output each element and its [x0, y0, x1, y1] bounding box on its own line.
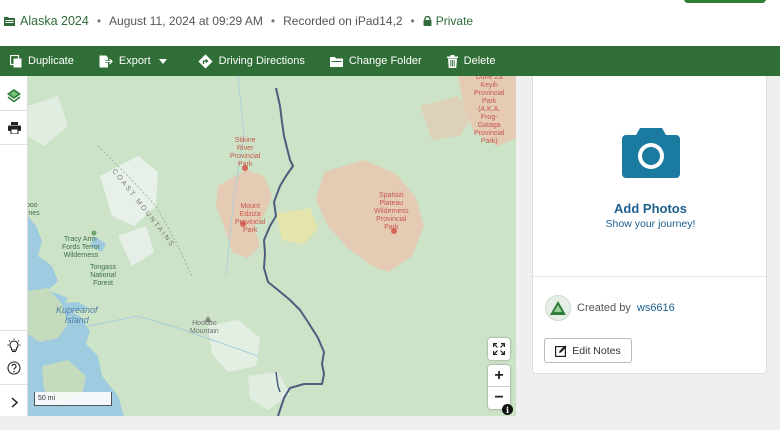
map-canvas[interactable]: Stikine River Provincial Park Mount Edziza Pr… — [28, 76, 516, 416]
separator-dot: • — [410, 14, 415, 28]
expand-sidebar-button[interactable] — [0, 388, 28, 416]
help-icon — [7, 361, 21, 375]
sidebar-divider — [0, 110, 28, 111]
print-button[interactable] — [0, 114, 28, 142]
change-folder-label: Change Folder — [348, 55, 422, 67]
map-label-stikine: Stikine River Provincial Park — [230, 137, 261, 168]
created-by-label: Created by — [577, 302, 631, 314]
sidebar-divider — [0, 384, 28, 385]
driving-directions-label: Driving Directions — [218, 55, 305, 67]
add-photos-camera[interactable] — [622, 126, 680, 183]
zoom-controls: + − — [488, 365, 510, 409]
export-icon — [99, 55, 113, 67]
map-layers-button[interactable] — [0, 82, 28, 110]
export-label: Export — [118, 55, 151, 67]
folder-icon — [4, 17, 15, 26]
directions-icon — [198, 53, 213, 69]
duplicate-button[interactable]: Duplicate — [10, 54, 74, 68]
layers-icon — [7, 89, 21, 103]
recorded-device: Recorded on iPad14,2 — [283, 14, 403, 28]
avatar[interactable] — [545, 295, 571, 321]
sidebar-divider — [0, 144, 28, 145]
track-toolbar: Duplicate Export Driving Directions Chan… — [0, 46, 780, 76]
duplicate-label: Duplicate — [28, 55, 74, 67]
map-label-tongass: Tongass National Forest — [90, 264, 117, 287]
edit-notes-button[interactable]: Edit Notes — [544, 338, 632, 363]
lightbulb-icon — [7, 338, 21, 353]
show-journey-text: Show your journey! — [605, 218, 696, 230]
map-label-spatsizi: Spatsizi Plateau Wilderness Provincial Park — [374, 192, 409, 231]
map-label-edge: boornes — [28, 202, 40, 217]
sidebar-divider — [0, 330, 28, 331]
terrain-map — [28, 76, 516, 416]
author-link[interactable]: ws6616 — [637, 302, 675, 314]
panel-divider — [533, 276, 768, 277]
driving-directions-button[interactable]: Driving Directions — [198, 53, 305, 69]
fullscreen-button[interactable] — [488, 338, 510, 360]
separator-dot: • — [270, 14, 276, 28]
printer-icon — [7, 122, 21, 134]
duplicate-icon — [10, 54, 22, 67]
chevron-right-icon — [10, 396, 18, 408]
chevron-down-icon — [158, 58, 167, 64]
export-button[interactable]: Export — [99, 55, 173, 68]
change-folder-button[interactable]: Change Folder — [329, 55, 422, 67]
edit-icon — [555, 344, 567, 357]
add-photos-link[interactable]: Add Photos — [533, 201, 768, 216]
gaia-logo-icon — [550, 301, 566, 315]
created-by: Created by ws6616 — [577, 302, 675, 314]
map-attribution-button[interactable]: i — [502, 404, 513, 415]
edit-notes-label: Edit Notes — [572, 344, 621, 357]
delete-button[interactable]: Delete — [446, 54, 496, 68]
trash-icon — [446, 54, 458, 68]
help-button[interactable] — [0, 354, 28, 382]
track-title[interactable]: Alaska 2024 — [20, 14, 89, 28]
delete-label: Delete — [463, 55, 496, 67]
map-sidebar — [0, 76, 28, 416]
separator-dot: • — [96, 14, 102, 28]
map-scale: 50 mi — [34, 392, 112, 406]
folder-icon — [329, 56, 343, 67]
map-label-tracy-arm: Tracy Arm- Fords Terror Wilderness — [62, 236, 100, 259]
map-label-hoodoo: Hoodoo Mountain — [190, 320, 219, 335]
photos-panel: Add Photos Show your journey! Created by… — [532, 76, 768, 374]
lock-icon — [423, 16, 432, 26]
fullscreen-icon — [493, 343, 505, 355]
map-label-kupreanof: Kupreanof Island — [56, 305, 98, 325]
privacy-status[interactable]: Private — [436, 14, 473, 28]
track-meta: Alaska 2024 • August 11, 2024 at 09:29 A… — [4, 14, 473, 28]
track-header: Alaska 2024 • August 11, 2024 at 09:29 A… — [0, 0, 780, 46]
track-date: August 11, 2024 at 09:29 AM — [109, 14, 263, 28]
map-label-edziza: Mount Edziza Provincial Park — [235, 203, 266, 234]
camera-icon — [622, 128, 680, 178]
header-tab-accent — [684, 0, 766, 3]
map-label-dease: Dune Za Keyih Provincial Park (A.K.A. Frog- Ga… — [474, 76, 505, 145]
zoom-in-button[interactable]: + — [488, 365, 510, 387]
